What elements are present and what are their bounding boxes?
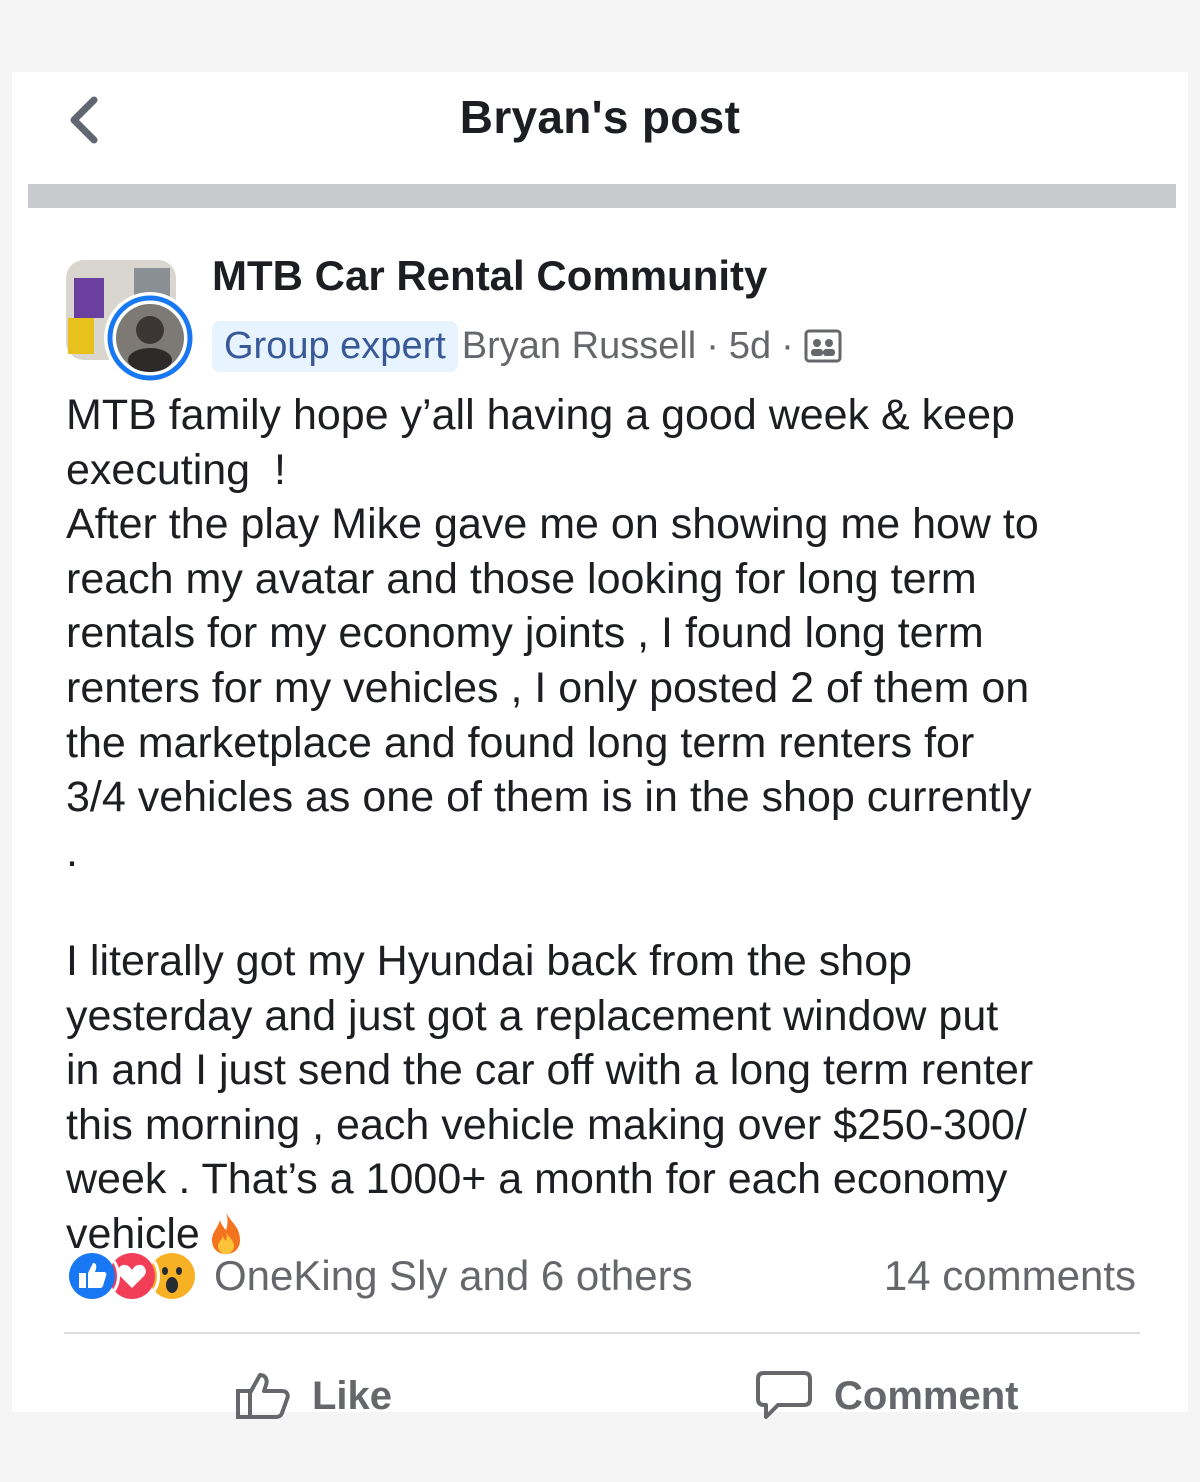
post-screen: Bryan's post MTB Car Rental Community Gr… (12, 72, 1188, 1419)
meta-separator: · (781, 324, 794, 367)
page-title: Bryan's post (459, 91, 741, 143)
meta-separator: · (706, 324, 719, 367)
comments-count[interactable]: 14 comments (884, 1252, 1136, 1300)
like-button[interactable]: Like (234, 1364, 392, 1428)
top-bar: Bryan's post (12, 72, 1188, 184)
header-divider (28, 184, 1176, 208)
group-avatar-icon (66, 260, 196, 384)
post-time[interactable]: 5d (729, 325, 771, 368)
post-meta: Group expert Bryan Russell · 5d · (212, 318, 842, 374)
comment-bubble-icon (756, 1371, 812, 1419)
reaction-names[interactable]: OneKing Sly and 6 others (214, 1252, 693, 1300)
group-name[interactable]: MTB Car Rental Community (212, 252, 767, 300)
actions-divider (64, 1332, 1140, 1334)
like-label: Like (312, 1373, 393, 1418)
thumbs-up-icon (236, 1373, 290, 1419)
like-icon (64, 1248, 120, 1304)
post-body: MTB family hope y’all having a good week… (66, 388, 1166, 1262)
comment-label: Comment (834, 1373, 1019, 1418)
avatar[interactable] (64, 258, 204, 388)
comment-button[interactable]: Comment (754, 1364, 1018, 1428)
post-body-text: MTB family hope y’all having a good week… (66, 391, 1039, 1258)
reactions-summary[interactable]: OneKing Sly and 6 others (64, 1248, 693, 1304)
author-name[interactable]: Bryan Russell (462, 325, 696, 368)
group-privacy-icon (804, 329, 842, 363)
group-expert-badge[interactable]: Group expert (212, 320, 458, 372)
